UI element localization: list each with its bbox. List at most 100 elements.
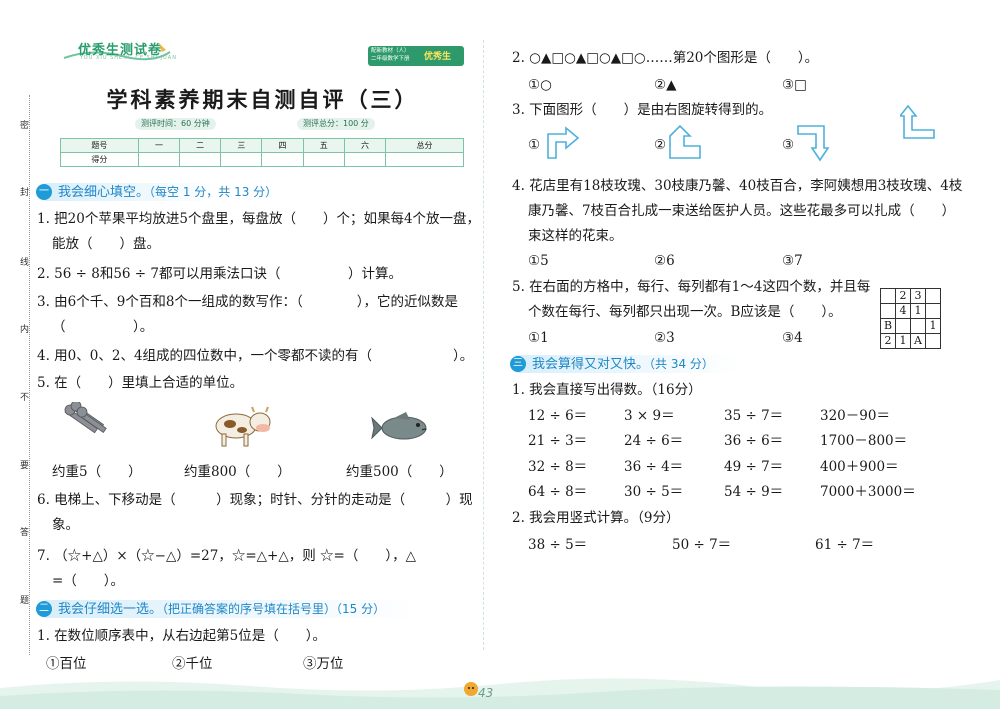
s2-q4-opt-1: ①5 [528,253,549,269]
s2-q4-line3: 束这样的花束。 [528,228,623,244]
vertical-item: 38 ÷ 5＝ [528,537,588,553]
section-1-title: 我会细心填空。（每空 1 分，共 13 分） [58,185,278,200]
oral-item: 36 ÷ 6＝ [724,433,784,449]
s2-q1: 1. 在数位顺序表中，从右边起第5位是（ ）。 [37,628,327,644]
score-header: 四 [261,138,304,153]
test-total: 测评总分：100 分 [297,118,375,130]
page-divider [483,40,484,650]
oral-item: 320－90＝ [820,408,890,424]
section-3-number: 三 [510,356,526,372]
edition-badge-text: 配新教材（人） 二年级数学下册 [371,48,410,62]
s2-q2-opt-2: ②▲ [654,77,677,93]
binding-line [29,95,30,655]
s1-q6-line1: 6. 电梯上、下移动是（ ）现象；时针、分针的走动是（ ）现 [37,492,473,508]
s1-q1-line1: 1. 把20个苹果平均放进5个盘里，每盘放（ ）个；如果每4个放一盘， [37,211,481,227]
grid-cell [880,288,896,304]
grid-cell: 1 [910,303,926,319]
grid-cell [880,303,896,319]
s1-q3-line2: （ ）。 [52,319,154,335]
margin-label: 密 [20,121,30,131]
grid-cell: 3 [910,288,926,304]
score-cell[interactable] [261,152,304,167]
s2-q5-opt-3: ③4 [782,330,803,346]
score-cell[interactable] [302,152,345,167]
oral-item: 54 ÷ 9＝ [724,484,784,500]
score-header: 五 [302,138,345,153]
reference-shape [900,104,935,139]
arrow-shape-2 [669,124,701,159]
grid-cell [925,288,941,304]
s2-q4-line2: 康乃馨、7枝百合扎成一束送给医护人员。这些花最多可以扎成（ ） [528,203,956,219]
s1-q5-label-3: 约重500（ ） [346,464,453,480]
s1-q6-line2: 象。 [52,517,79,533]
vertical-item: 61 ÷ 7＝ [815,537,875,553]
s2-q3-opt-2: ② [654,137,667,153]
grid-cell: A [910,333,926,349]
oral-item: 21 ÷ 3＝ [528,433,588,449]
grid-cell: B [880,318,896,334]
grid-cell [925,303,941,319]
s1-q5-label-1: 约重5（ ） [52,464,142,480]
s1-q5-label-2: 约重800（ ） [184,464,291,480]
score-table: 题号 一 二 三 四 五 六 总分 得分 [60,138,464,167]
s2-q2-opt-1: ①○ [528,77,552,93]
page-title: 学科素养期末自测自评（三） [106,88,419,112]
score-cell[interactable] [343,152,387,167]
s2-q3-opt-1: ① [528,137,541,153]
margin-label: 答 [20,528,30,538]
sudoku-grid: 2 3 4 1 B 1 2 1 A [880,288,941,349]
edition-badge-stamp: 优秀生 [424,52,452,62]
s1-q3-line1: 3. 由6个千、9个百和8个一组成的数写作：（ ），它的近似数是 [37,294,458,310]
grid-cell: 1 [925,318,941,334]
score-cell[interactable] [385,152,464,167]
oral-item: 7000＋3000＝ [820,484,916,500]
s1-q7-line2: =（ ）。 [52,573,125,589]
s1-q1-line2: 能放（ ）盘。 [52,236,160,252]
score-cell[interactable] [220,152,263,167]
arrow-shape-3 [797,125,830,162]
cow-icon [215,406,271,447]
s3-q1: 1. 我会直接写出得数。（16分） [512,382,702,398]
score-cell[interactable] [179,152,222,167]
section-2-number: 二 [36,601,52,617]
section-1-number: 一 [36,184,52,200]
vertical-item: 50 ÷ 7＝ [672,537,732,553]
score-header: 一 [137,138,181,153]
s1-q7-line1: 7. （☆+△）×（☆−△）=27，☆=△+△，则 ☆=（ ），△ [37,548,416,564]
grid-cell: 2 [880,333,896,349]
score-header: 总分 [385,138,464,153]
oral-item: 12 ÷ 6＝ [528,408,588,424]
footer-wave [0,678,1000,709]
score-cell[interactable] [137,152,181,167]
grid-cell [925,333,941,349]
arrow-shape-1 [547,126,580,159]
oral-item: 36 ÷ 4＝ [624,459,684,475]
s2-q2-opt-3: ③□ [782,77,807,93]
s2-q3: 3. 下面图形（ ）是由右图旋转得到的。 [512,102,773,118]
margin-label: 内 [20,325,30,335]
s2-q5-opt-2: ②3 [654,330,675,346]
margin-label: 不 [20,393,30,403]
nails-icon [64,402,107,434]
s1-q2: 2. 56 ÷ 8和56 ÷ 7都可以用乘法口诀（ ）计算。 [37,266,402,282]
page-number: 43 [478,686,494,700]
score-header: 题号 [60,138,139,153]
s2-q5-line2: 个数在每行、每列都只出现一次。B应该是（ ）。 [528,304,842,320]
score-header: 三 [220,138,263,153]
margin-label: 题 [20,596,30,606]
oral-item: 35 ÷ 7＝ [724,408,784,424]
oral-item: 400＋900＝ [820,459,899,475]
margin-label: 线 [20,258,30,268]
s2-q5-line1: 5. 在右面的方格中，每行、每列都有1～4这四个数，并且每 [512,279,871,295]
oral-item: 3 × 9＝ [624,408,675,424]
section-3-title: 我会算得又对又快。（共 34 分） [532,357,714,372]
oral-item: 24 ÷ 6＝ [624,433,684,449]
oral-item: 49 ÷ 7＝ [724,459,784,475]
oral-item: 32 ÷ 8＝ [528,459,588,475]
grid-cell: 1 [895,333,911,349]
oral-item: 30 ÷ 5＝ [624,484,684,500]
grid-cell: 4 [895,303,911,319]
grid-cell: 2 [895,288,911,304]
oral-item: 64 ÷ 8＝ [528,484,588,500]
grid-cell [895,318,911,334]
